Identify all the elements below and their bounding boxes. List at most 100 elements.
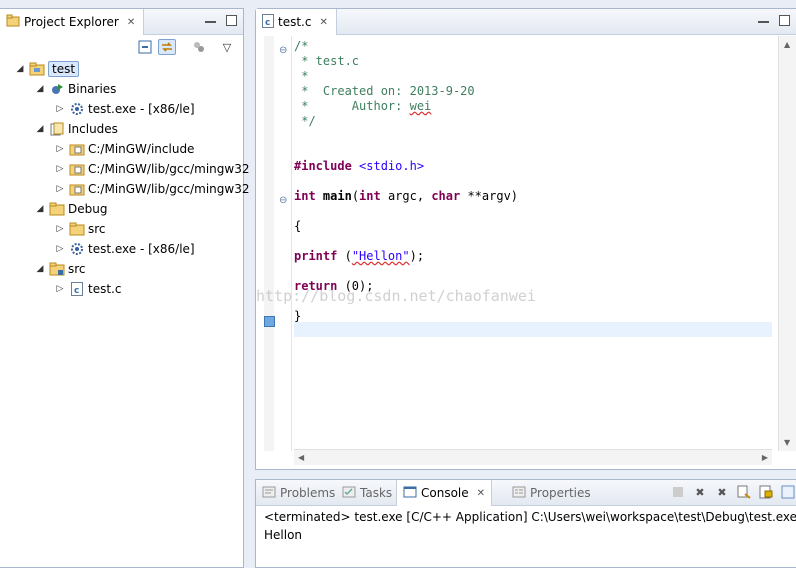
project-explorer-panel: Project Explorer ✕ ▽ ◢ test ◢ Binaries ▷ test… (0, 8, 249, 568)
include-folder-icon (69, 181, 85, 197)
code-token: printf (294, 249, 338, 263)
folder-icon (49, 201, 65, 217)
svg-text:c: c (265, 18, 270, 28)
collapsed-arrow-icon[interactable]: ▷ (54, 284, 66, 294)
scroll-lock-icon[interactable] (758, 484, 774, 500)
code-token: ); (409, 249, 425, 263)
collapsed-arrow-icon[interactable]: ▷ (54, 144, 66, 154)
console-panel: Problems Tasks Console ✕ Properties ✖ ✖ … (255, 479, 796, 568)
collapsed-arrow-icon[interactable]: ▷ (54, 164, 66, 174)
remove-all-terminated-icon[interactable]: ✖ (714, 484, 730, 500)
tree-item-label: Binaries (68, 82, 117, 96)
link-with-editor-icon[interactable] (158, 39, 176, 55)
tree-item-label: C:/MinGW/include (88, 142, 195, 156)
tree-item-label: Debug (68, 202, 108, 216)
overview-ruler (264, 36, 274, 451)
scroll-down-icon[interactable]: ▼ (784, 438, 790, 447)
tree-item[interactable]: ▷ c test.c (54, 279, 121, 299)
code-text: * Author: (294, 99, 410, 113)
code-line: * (294, 69, 309, 83)
collapsed-arrow-icon[interactable]: ▷ (54, 184, 66, 194)
console-output: Hellon (264, 528, 303, 542)
editor-panel: c test.c ✕ ⊖ ⊖ /* * test.c * * Created o… (255, 8, 796, 470)
code-token: #include (294, 159, 352, 173)
tree-item[interactable]: ▷ test.exe - [x86/le] (54, 99, 195, 119)
tree-item[interactable]: ◢ Debug (34, 199, 108, 219)
code-token: char (431, 189, 461, 203)
tree-item[interactable]: ▷ src (54, 219, 106, 239)
scroll-right-icon[interactable]: ▶ (762, 453, 768, 462)
collapsed-arrow-icon[interactable]: ▷ (54, 104, 66, 114)
code-line: * Created on: 2013-9-20 (294, 84, 475, 98)
tree-item-label: test.exe - [x86/le] (88, 102, 195, 116)
collapsed-arrow-icon[interactable]: ▷ (54, 244, 66, 254)
collapsed-arrow-icon[interactable]: ▷ (54, 224, 66, 234)
close-icon[interactable]: ✕ (477, 488, 485, 499)
close-icon[interactable]: ✕ (319, 17, 327, 28)
expanded-arrow-icon[interactable]: ◢ (34, 84, 46, 94)
tab-tasks[interactable]: Tasks (342, 480, 392, 506)
tree-item[interactable]: ▷ C:/MinGW/lib/gcc/mingw32 (54, 159, 250, 179)
scroll-up-icon[interactable]: ▲ (784, 40, 790, 49)
editor-tab-title: test.c (278, 15, 312, 29)
editor-tab-test-c[interactable]: c test.c ✕ (256, 9, 337, 35)
remove-launch-icon[interactable]: ✖ (692, 484, 708, 500)
scroll-left-icon[interactable]: ◀ (298, 453, 304, 462)
code-token: "Hellon" (351, 249, 410, 263)
code-line: #include <stdio.h> (294, 159, 424, 174)
tab-label: Problems (280, 486, 336, 500)
code-token: argc, (380, 189, 432, 203)
expanded-arrow-icon[interactable]: ◢ (34, 204, 46, 214)
tab-problems[interactable]: Problems (262, 480, 335, 506)
tree-item-label: src (88, 222, 106, 236)
expanded-arrow-icon[interactable]: ◢ (14, 64, 26, 74)
project-explorer-tab[interactable]: Project Explorer ✕ (0, 9, 145, 35)
properties-icon (512, 485, 526, 502)
tree-item-label: test.c (88, 282, 122, 296)
tree-item[interactable]: ◢ src (34, 259, 86, 279)
horizontal-scrollbar[interactable]: ◀ ▶ (294, 449, 772, 465)
code-area[interactable]: /* * test.c * * Created on: 2013-9-20 * … (294, 36, 772, 451)
fold-toggle-icon[interactable]: ⊖ (279, 45, 287, 56)
console-icon (403, 485, 417, 502)
project-explorer-icon (6, 14, 20, 31)
pin-console-icon[interactable] (780, 484, 796, 500)
binary-file-icon (69, 241, 85, 257)
bookmark-marker-icon[interactable] (264, 316, 275, 327)
view-menu-icon[interactable]: ▽ (218, 39, 236, 55)
spelling-token: wei (409, 99, 432, 113)
fold-toggle-icon[interactable]: ⊖ (279, 195, 287, 206)
tab-properties[interactable]: Properties (512, 480, 591, 506)
c-file-icon: c (69, 281, 85, 297)
code-line: * Author: wei (294, 99, 431, 114)
tree-item[interactable]: ◢ Includes (34, 119, 118, 139)
tree-item-label: test.exe - [x86/le] (88, 242, 195, 256)
tree-item[interactable]: ◢ test (14, 59, 80, 79)
tree-item[interactable]: ▷ C:/MinGW/lib/gcc/mingw32 (54, 179, 250, 199)
clear-console-icon[interactable] (736, 484, 752, 500)
tab-label: Properties (530, 486, 591, 500)
tree-item[interactable]: ▷ C:/MinGW/include (54, 139, 195, 159)
code-token: <stdio.h> (351, 159, 425, 173)
expanded-arrow-icon[interactable]: ◢ (34, 264, 46, 274)
tree-item-label: C:/MinGW/lib/gcc/mingw32 (88, 162, 250, 176)
maximize-icon[interactable] (226, 15, 237, 26)
collapse-all-icon[interactable] (136, 39, 154, 55)
expanded-arrow-icon[interactable]: ◢ (34, 124, 46, 134)
code-line: */ (294, 114, 316, 128)
include-folder-icon (69, 141, 85, 157)
tree-item-label: src (68, 262, 86, 276)
binaries-icon (49, 81, 65, 97)
minimize-icon[interactable] (758, 19, 769, 23)
tree-item[interactable]: ◢ Binaries (34, 79, 117, 99)
tree-item[interactable]: ▷ test.exe - [x86/le] (54, 239, 195, 259)
code-token: ( (351, 189, 360, 203)
terminate-icon[interactable] (670, 484, 686, 500)
close-icon[interactable]: ✕ (127, 17, 135, 28)
vertical-scrollbar[interactable]: ▲ ▼ (778, 36, 796, 451)
minimize-icon[interactable] (205, 19, 216, 23)
filters-icon[interactable] (190, 39, 208, 55)
includes-icon (49, 121, 65, 137)
maximize-icon[interactable] (779, 15, 790, 26)
tab-console[interactable]: Console ✕ (396, 480, 493, 506)
